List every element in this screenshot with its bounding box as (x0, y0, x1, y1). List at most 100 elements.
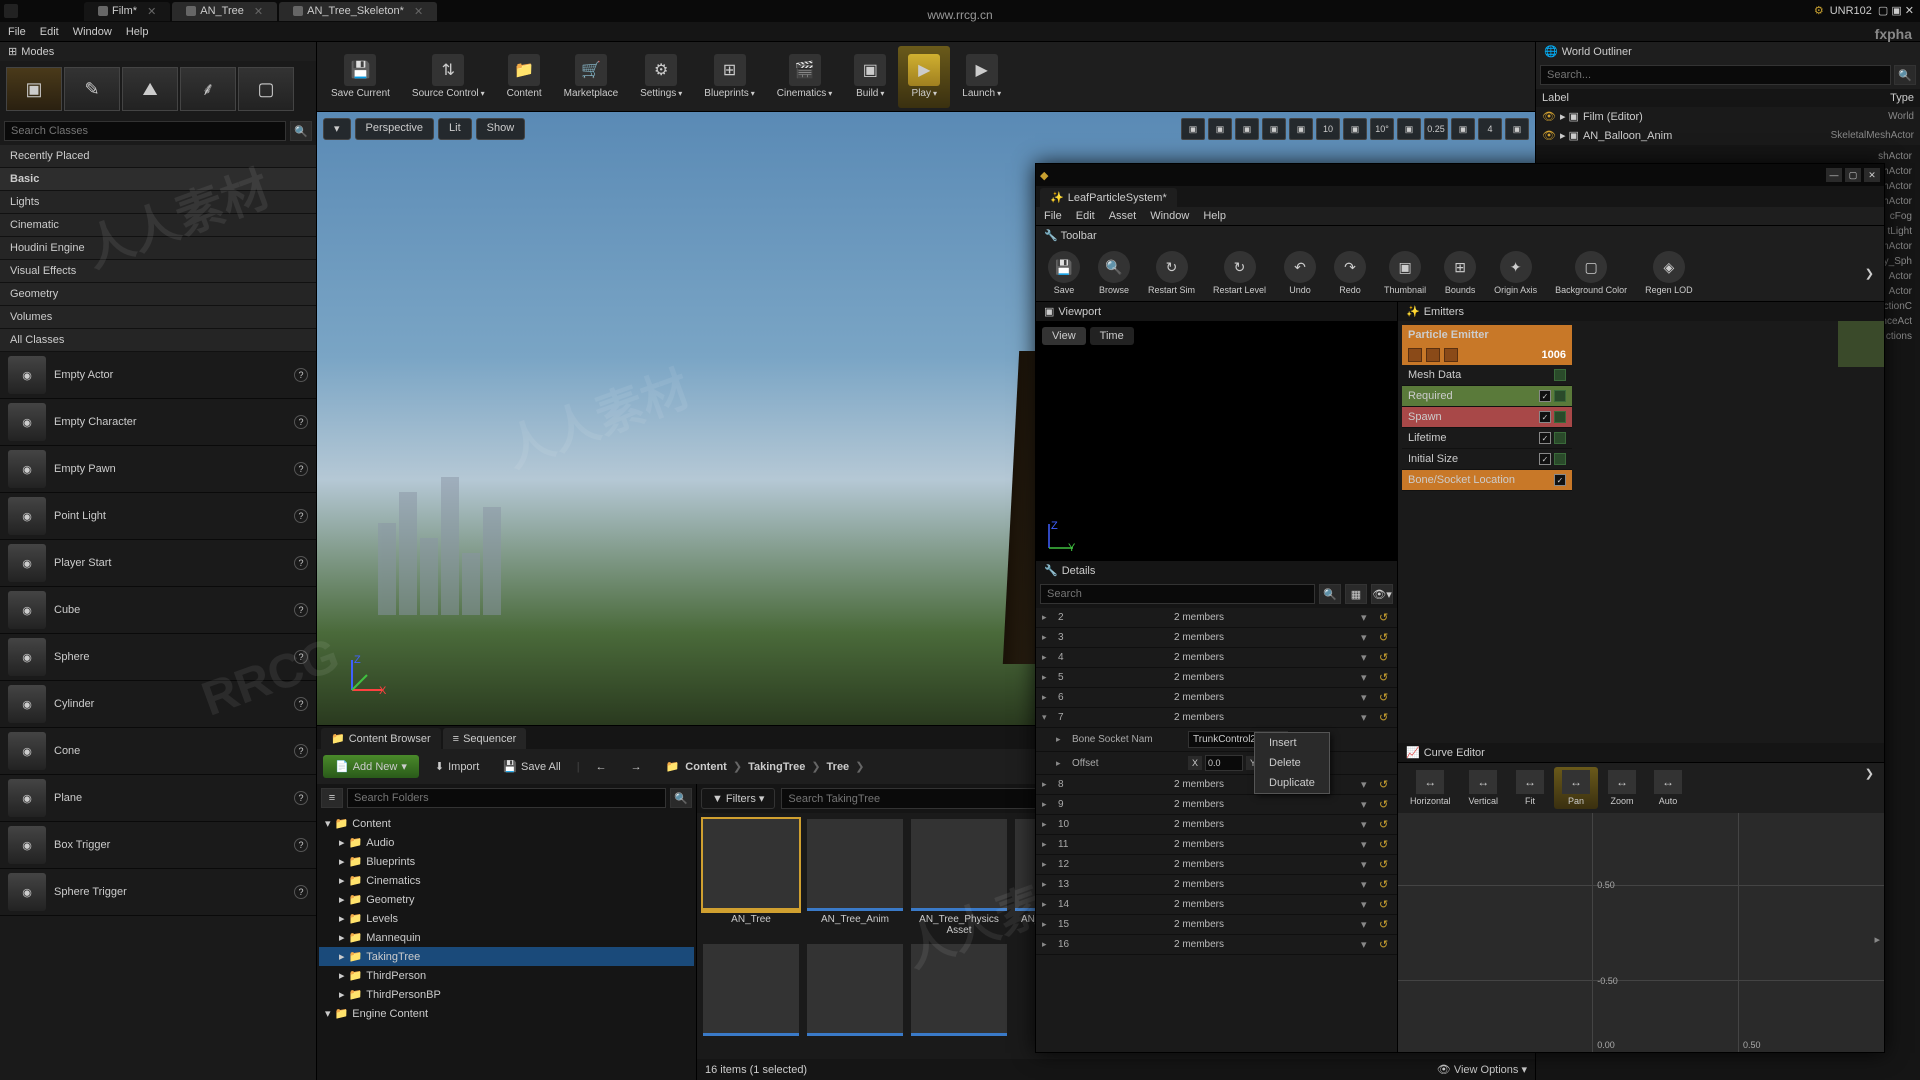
import-button[interactable]: ⬇ Import (427, 756, 487, 777)
visibility-icon[interactable]: 👁 (1542, 129, 1556, 142)
mode-icon-3[interactable]: ⸙ (180, 67, 236, 111)
particle-titlebar[interactable]: ◆ — ▢ ✕ (1036, 164, 1884, 186)
thumbnail-button[interactable]: ▣Thumbnail (1376, 249, 1434, 297)
category-item[interactable]: Lights (0, 191, 316, 214)
category-item[interactable]: Volumes (0, 306, 316, 329)
particle-system-tab[interactable]: ✨ LeafParticleSystem* (1040, 188, 1177, 207)
time-button[interactable]: Time (1090, 327, 1134, 345)
folder-item[interactable]: ▸📁Blueprints (319, 852, 694, 871)
save-current-button[interactable]: 💾Save Current (321, 46, 400, 108)
save-all-button[interactable]: 💾 Save All (495, 756, 568, 777)
particle-menu-asset[interactable]: Asset (1109, 210, 1137, 222)
property-row[interactable]: ▸92 members▾↺ (1036, 795, 1397, 815)
folder-search-button[interactable]: 🔍 (670, 788, 692, 808)
info-icon[interactable]: ? (294, 885, 308, 899)
details-eye-button[interactable]: 👁▾ (1371, 584, 1393, 604)
property-row[interactable]: ▸22 members▾↺ (1036, 608, 1397, 628)
launch-button[interactable]: ▶Launch▾ (952, 46, 1011, 108)
info-icon[interactable]: ? (294, 838, 308, 852)
actor-item[interactable]: ◉Empty Actor? (0, 352, 316, 399)
actor-item[interactable]: ◉Player Start? (0, 540, 316, 587)
content-browser-tab[interactable]: 📁Content Browser (321, 728, 441, 749)
actor-item[interactable]: ◉Empty Character? (0, 399, 316, 446)
outliner-item[interactable]: 👁▸ ▣Film (Editor)World (1536, 107, 1920, 126)
mode-icon-2[interactable]: ⛰ (122, 67, 178, 111)
category-item[interactable]: Houdini Engine (0, 237, 316, 260)
blueprints-button[interactable]: ⊞Blueprints▾ (694, 46, 764, 108)
curve-editor-tab[interactable]: 📈 Curve Editor (1398, 743, 1884, 762)
minimize-button[interactable]: — (1826, 168, 1842, 182)
asset-item[interactable] (703, 944, 799, 1039)
particle-menu-edit[interactable]: Edit (1076, 210, 1095, 222)
emitters-tab[interactable]: ✨ Emitters (1398, 302, 1884, 321)
bounds-button[interactable]: ⊞Bounds (1436, 249, 1484, 297)
module-check-icon[interactable] (1539, 453, 1551, 465)
module-check-icon[interactable] (1539, 411, 1551, 423)
actor-item[interactable]: ◉Sphere Trigger? (0, 869, 316, 916)
module-mesh-data[interactable]: Mesh Data (1402, 365, 1572, 386)
property-row[interactable]: ▸52 members▾↺ (1036, 668, 1397, 688)
outliner-item[interactable]: 👁▸ ▣AN_Balloon_AnimSkeletalMeshActor (1536, 126, 1920, 145)
folder-item[interactable]: ▸📁ThirdPerson (319, 966, 694, 985)
viewport-option-button[interactable]: ▣ (1289, 118, 1313, 140)
browse-button[interactable]: 🔍Browse (1090, 249, 1138, 297)
context-delete[interactable]: Delete (1255, 753, 1329, 773)
module-initial-size[interactable]: Initial Size (1402, 449, 1572, 470)
actor-item[interactable]: ◉Box Trigger? (0, 822, 316, 869)
folder-item[interactable]: ▸📁Mannequin (319, 928, 694, 947)
offset-x-input[interactable] (1205, 755, 1243, 771)
particle-menu-help[interactable]: Help (1203, 210, 1226, 222)
actor-item[interactable]: ◉Cube? (0, 587, 316, 634)
viewport-lit-button[interactable]: Lit (438, 118, 472, 140)
source-control-button[interactable]: ⇅Source Control▾ (402, 46, 495, 108)
category-item[interactable]: Basic (0, 168, 316, 191)
actor-item[interactable]: ◉Empty Pawn? (0, 446, 316, 493)
info-icon[interactable]: ? (294, 791, 308, 805)
property-row[interactable]: ▸Bone Socket Nam▾ (1036, 728, 1397, 752)
curve-horizontal-button[interactable]: ↔Horizontal (1402, 767, 1459, 809)
viewport-option-button[interactable]: ▣ (1208, 118, 1232, 140)
module-bone-socket-location[interactable]: Bone/Socket Location (1402, 470, 1572, 491)
info-icon[interactable]: ? (294, 462, 308, 476)
origin-axis-button[interactable]: ✦Origin Axis (1486, 249, 1545, 297)
category-item[interactable]: Recently Placed (0, 145, 316, 168)
outliner-search-input[interactable] (1540, 65, 1891, 85)
asset-item[interactable]: AN_Tree_Anim (807, 819, 903, 936)
particle-menu-file[interactable]: File (1044, 210, 1062, 222)
content-button[interactable]: 📁Content (497, 46, 552, 108)
module-check-icon[interactable] (1554, 474, 1566, 486)
module-graph-icon[interactable] (1554, 390, 1566, 402)
module-graph-icon[interactable] (1554, 453, 1566, 465)
actor-item[interactable]: ◉Cone? (0, 728, 316, 775)
property-row[interactable]: ▸102 members▾↺ (1036, 815, 1397, 835)
info-icon[interactable]: ? (294, 509, 308, 523)
property-row[interactable]: ▸162 members▾↺ (1036, 935, 1397, 955)
folder-item[interactable]: ▸📁ThirdPersonBP (319, 985, 694, 1004)
add-new-button[interactable]: 📄 Add New ▾ (323, 755, 419, 778)
context-duplicate[interactable]: Duplicate (1255, 773, 1329, 793)
folder-item[interactable]: ▾📁Engine Content (319, 1004, 694, 1023)
folder-collapse-button[interactable]: ≡ (321, 788, 343, 808)
title-tab[interactable]: AN_Tree_Skeleton* ✕ (279, 2, 437, 21)
folder-search-input[interactable] (347, 788, 666, 808)
viewport-option-button[interactable]: ▣ (1343, 118, 1367, 140)
info-icon[interactable]: ? (294, 556, 308, 570)
emitter-block[interactable]: Particle Emitter 1006 Mesh DataRequiredS… (1402, 325, 1572, 491)
folder-item[interactable]: ▸📁Levels (319, 909, 694, 928)
module-check-icon[interactable] (1539, 390, 1551, 402)
property-row[interactable]: ▸OffsetXY↺ (1036, 752, 1397, 775)
asset-item[interactable]: AN_Tree_Physics Asset (911, 819, 1007, 936)
folder-item[interactable]: ▸📁TakingTree (319, 947, 694, 966)
save-button[interactable]: 💾Save (1040, 249, 1088, 297)
info-icon[interactable]: ? (294, 603, 308, 617)
property-row[interactable]: ▸112 members▾↺ (1036, 835, 1397, 855)
category-item[interactable]: Cinematic (0, 214, 316, 237)
play-button[interactable]: ▶Play▾ (898, 46, 950, 108)
undo-button[interactable]: ↶Undo (1276, 249, 1324, 297)
viewport-option-button[interactable]: ▣ (1181, 118, 1205, 140)
toolbar-overflow-icon[interactable]: ❯ (1859, 267, 1880, 280)
menu-window[interactable]: Window (73, 26, 112, 38)
info-icon[interactable]: ? (294, 415, 308, 429)
modes-tab[interactable]: ⊞Modes (0, 42, 316, 61)
module-lifetime[interactable]: Lifetime (1402, 428, 1572, 449)
